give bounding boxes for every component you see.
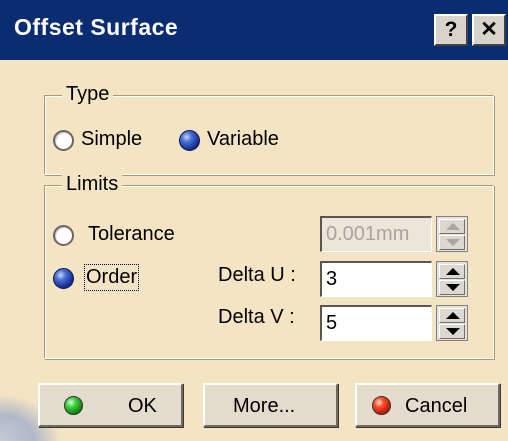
arrow-up-icon bbox=[446, 312, 460, 319]
tolerance-spin-down-button bbox=[439, 235, 465, 250]
arrow-up-icon bbox=[446, 223, 460, 230]
delta-u-spin-down-button[interactable] bbox=[439, 280, 465, 295]
arrow-down-icon bbox=[446, 328, 460, 335]
simple-radio-label[interactable]: Simple bbox=[81, 128, 142, 151]
delta-u-label: Delta U : bbox=[218, 264, 296, 286]
tolerance-spin-up-button bbox=[439, 219, 465, 234]
green-light-icon bbox=[64, 396, 83, 415]
delta-v-spin-up-button[interactable] bbox=[439, 308, 465, 323]
tolerance-radio[interactable] bbox=[53, 225, 74, 246]
delta-v-label: Delta V : bbox=[218, 306, 295, 328]
delta-v-spinner[interactable] bbox=[436, 305, 468, 341]
tolerance-radio-label[interactable]: Tolerance bbox=[88, 223, 175, 246]
simple-radio[interactable] bbox=[53, 130, 74, 151]
tolerance-spinner bbox=[436, 216, 468, 252]
delta-v-spin-down-button[interactable] bbox=[439, 324, 465, 339]
cancel-button-label: Cancel bbox=[405, 395, 468, 417]
order-radio-label[interactable]: Order bbox=[83, 264, 140, 291]
more-button[interactable]: More... bbox=[203, 383, 338, 427]
tolerance-input: 0.001mm bbox=[320, 216, 432, 252]
arrow-down-icon bbox=[446, 284, 460, 291]
title-bar[interactable]: Offset Surface ? ✕ bbox=[0, 0, 508, 60]
ok-button-label: OK bbox=[128, 395, 157, 417]
arrow-down-icon bbox=[446, 239, 460, 246]
limits-group-legend: Limits bbox=[62, 173, 123, 196]
type-group-legend: Type bbox=[62, 83, 114, 106]
red-light-icon bbox=[372, 396, 391, 415]
window-title: Offset Surface bbox=[14, 14, 179, 40]
arrow-up-icon bbox=[446, 268, 460, 275]
close-button[interactable]: ✕ bbox=[472, 14, 506, 46]
help-button[interactable]: ? bbox=[434, 14, 468, 46]
variable-radio[interactable] bbox=[179, 130, 200, 151]
delta-u-spin-up-button[interactable] bbox=[439, 264, 465, 279]
variable-radio-label[interactable]: Variable bbox=[207, 128, 279, 151]
cancel-button[interactable]: Cancel bbox=[355, 383, 500, 427]
order-radio[interactable] bbox=[53, 268, 74, 289]
delta-v-input[interactable]: 5 bbox=[320, 305, 432, 341]
ok-button[interactable]: OK bbox=[38, 383, 183, 427]
offset-surface-dialog: Offset Surface ? ✕ Type Simple Variable … bbox=[0, 0, 508, 441]
delta-u-input[interactable]: 3 bbox=[320, 261, 432, 297]
more-button-label: More... bbox=[233, 395, 296, 417]
delta-u-spinner[interactable] bbox=[436, 261, 468, 297]
